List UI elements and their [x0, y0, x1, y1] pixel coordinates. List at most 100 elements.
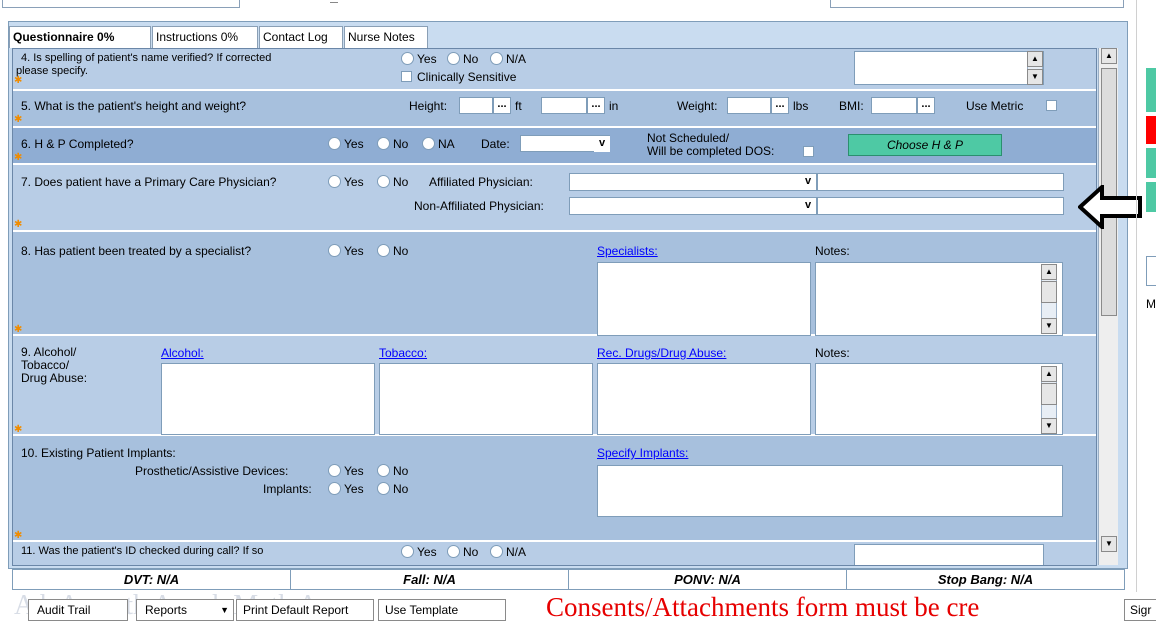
height-inches-ellipsis-button[interactable]: ...	[587, 97, 605, 114]
feet-unit-label: ft	[515, 99, 522, 113]
tab-instructions[interactable]: Instructions 0%	[152, 26, 258, 48]
main-scrollbar[interactable]: ▲ ▼	[1098, 48, 1118, 565]
implants-yes-radio[interactable]	[328, 482, 341, 495]
affiliated-physician-label: Affiliated Physician:	[429, 175, 533, 189]
side-green-button-3[interactable]	[1146, 182, 1156, 212]
q8-notes-textarea[interactable]	[815, 262, 1063, 336]
q11-yes-radio[interactable]	[401, 545, 414, 558]
top-field-right[interactable]	[830, 0, 1124, 8]
q4-scroll-up-icon[interactable]: ▲	[1027, 51, 1043, 67]
use-metric-checkbox[interactable]	[1046, 100, 1057, 111]
q4-yes-label: Yes	[417, 52, 437, 66]
bmi-input[interactable]	[871, 97, 917, 114]
side-red-button[interactable]	[1146, 116, 1156, 144]
q8-scroll-up-icon[interactable]: ▲	[1041, 264, 1057, 280]
q8-no-radio[interactable]	[377, 244, 390, 257]
tab-contact-log[interactable]: Contact Log	[259, 26, 343, 48]
alcohol-link[interactable]: Alcohol:	[161, 346, 204, 360]
questions-scroll-area: 4. Is spelling of patient's name verifie…	[12, 48, 1097, 566]
prosthetic-no-label: No	[393, 464, 409, 478]
tobacco-textarea[interactable]	[379, 363, 593, 435]
alcohol-textarea[interactable]	[161, 363, 375, 435]
tab-nurse-notes[interactable]: Nurse Notes	[344, 26, 428, 48]
audit-trail-button[interactable]: Audit Trail	[28, 599, 128, 621]
q9-scroll-thumb[interactable]	[1041, 383, 1057, 405]
q11-na-radio[interactable]	[490, 545, 503, 558]
tab-questionnaire[interactable]: Questionnaire 0%	[9, 26, 151, 48]
specialists-textarea[interactable]	[597, 262, 811, 336]
q9-notes-textarea[interactable]	[815, 363, 1063, 435]
q6-no-radio[interactable]	[377, 137, 390, 150]
sign-button[interactable]: Sigr	[1124, 599, 1156, 621]
height-feet-ellipsis-button[interactable]: ...	[493, 97, 511, 114]
q9-scroll-down-icon[interactable]: ▼	[1041, 418, 1057, 434]
bmi-ellipsis-button[interactable]: ...	[917, 97, 935, 114]
question-9-row: 9. Alcohol/ Tobacco/ Drug Abuse: ✱ Alcoh…	[13, 336, 1096, 436]
height-inches-input[interactable]	[541, 97, 587, 114]
main-scroll-down-icon[interactable]: ▼	[1101, 536, 1117, 552]
affiliated-physician-detail-input[interactable]	[817, 173, 1064, 191]
q7-yes-radio[interactable]	[328, 175, 341, 188]
prosthetic-yes-radio[interactable]	[328, 464, 341, 477]
q8-yes-radio[interactable]	[328, 244, 341, 257]
drug-abuse-link[interactable]: Rec. Drugs/Drug Abuse:	[597, 346, 726, 360]
q4-scrollbar[interactable]: ▲ ▼	[1027, 51, 1043, 85]
required-star-icon: ✱	[14, 219, 23, 230]
question-4-row: 4. Is spelling of patient's name verifie…	[13, 49, 1096, 91]
use-template-button[interactable]: Use Template	[378, 599, 506, 621]
specify-implants-link[interactable]: Specify Implants:	[597, 446, 688, 460]
required-star-icon: ✱	[14, 424, 23, 435]
tobacco-link[interactable]: Tobacco:	[379, 346, 427, 360]
q9-notes-scrollbar[interactable]: ▲ ▼	[1041, 366, 1057, 434]
weight-ellipsis-button[interactable]: ...	[771, 97, 789, 114]
main-scroll-up-icon[interactable]: ▲	[1101, 48, 1117, 64]
q8-scroll-down-icon[interactable]: ▼	[1041, 318, 1057, 334]
q8-scroll-thumb[interactable]	[1041, 281, 1057, 303]
choose-hp-button[interactable]: Choose H & P	[848, 134, 1002, 156]
weight-label: Weight:	[677, 99, 718, 113]
q8-notes-scrollbar[interactable]: ▲ ▼	[1041, 264, 1057, 334]
specialists-link[interactable]: Specialists:	[597, 244, 658, 258]
q6-na-radio[interactable]	[422, 137, 435, 150]
will-be-completed-dos-checkbox[interactable]	[803, 146, 814, 157]
clinically-sensitive-checkbox[interactable]	[401, 71, 412, 82]
q4-scroll-down-icon[interactable]: ▼	[1027, 69, 1043, 85]
top-field-left[interactable]	[2, 0, 240, 8]
q4-yes-radio[interactable]	[401, 52, 414, 65]
q9-scroll-up-icon[interactable]: ▲	[1041, 366, 1057, 382]
non-affiliated-physician-select[interactable]	[569, 197, 817, 215]
q11-specify-textarea[interactable]	[854, 544, 1044, 565]
side-green-button-2[interactable]	[1146, 148, 1156, 178]
q4-specify-textarea[interactable]	[854, 51, 1044, 85]
weight-input[interactable]	[727, 97, 771, 114]
prosthetic-no-radio[interactable]	[377, 464, 390, 477]
affiliated-physician-select[interactable]	[569, 173, 817, 191]
drug-abuse-textarea[interactable]	[597, 363, 811, 435]
height-feet-input[interactable]	[459, 97, 493, 114]
side-green-button-1[interactable]	[1146, 68, 1156, 112]
implants-no-label: No	[393, 482, 409, 496]
reports-dropdown-icon[interactable]: ▼	[220, 600, 229, 620]
dvt-risk: DVT: N/A	[13, 570, 291, 589]
print-default-report-button[interactable]: Print Default Report	[236, 599, 374, 621]
q4-no-radio[interactable]	[447, 52, 460, 65]
top-strip	[0, 0, 1156, 22]
non-affiliated-physician-detail-input[interactable]	[817, 197, 1064, 215]
implants-no-radio[interactable]	[377, 482, 390, 495]
question-4-text-2: please specify.	[16, 65, 88, 77]
q6-yes-radio[interactable]	[328, 137, 341, 150]
specify-implants-textarea[interactable]	[597, 465, 1063, 517]
q6-date-dropdown-icon[interactable]: v	[594, 136, 610, 152]
q11-no-radio[interactable]	[447, 545, 460, 558]
consents-warning-text: Consents/Attachments form must be cre	[546, 592, 980, 622]
non-affiliated-physician-dropdown-icon[interactable]: v	[800, 198, 816, 214]
reports-dropdown[interactable]: Reports ▼	[136, 599, 234, 621]
affiliated-physician-dropdown-icon[interactable]: v	[800, 174, 816, 190]
q7-no-radio[interactable]	[377, 175, 390, 188]
required-star-icon: ✱	[14, 152, 23, 163]
prosthetic-yes-label: Yes	[344, 464, 364, 478]
side-input[interactable]	[1146, 256, 1156, 286]
q4-na-radio[interactable]	[490, 52, 503, 65]
risk-summary-bar: DVT: N/A Fall: N/A PONV: N/A Stop Bang: …	[12, 569, 1125, 590]
use-metric-label: Use Metric	[966, 99, 1024, 113]
